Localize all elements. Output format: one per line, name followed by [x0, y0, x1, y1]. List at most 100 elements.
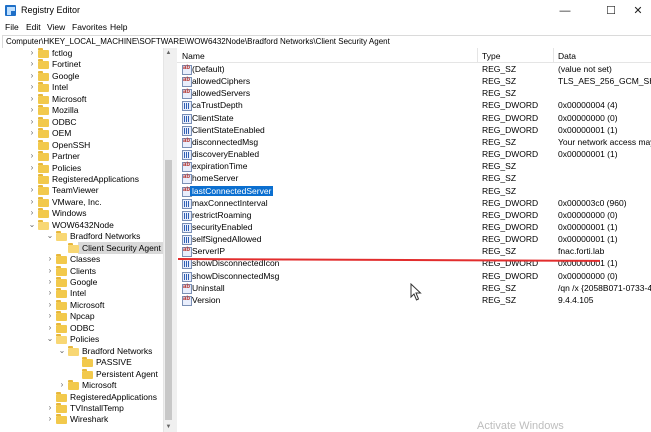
value-row[interactable]: caTrustDepth REG_DWORD 0x00000004 (4) [177, 100, 651, 112]
chevron-right-icon[interactable]: › [46, 300, 54, 310]
string-value-icon [182, 137, 192, 148]
chevron-right-icon[interactable]: › [28, 151, 36, 161]
chevron-right-icon[interactable]: › [46, 414, 54, 424]
address-bar[interactable]: Computer\HKEY_LOCAL_MACHINE\SOFTWARE\WOW… [2, 35, 651, 49]
value-row[interactable]: showDisconnectedMsg REG_DWORD 0x00000000 (… [177, 271, 651, 283]
tree-item[interactable]: › fctlog [0, 48, 163, 59]
chevron-right-icon[interactable]: › [46, 277, 54, 287]
chevron-right-icon[interactable]: › [28, 208, 36, 218]
chevron-right-icon[interactable]: › [28, 71, 36, 81]
chevron-right-icon[interactable]: › [28, 163, 36, 173]
dword-value-icon [182, 271, 192, 282]
tree-item[interactable]: › Google [0, 277, 163, 288]
tree-item-label: Microsoft [52, 93, 87, 104]
tree-item[interactable]: › Microsoft [0, 380, 163, 391]
value-row[interactable]: restrictRoaming REG_DWORD 0x00000000 (0) [177, 210, 651, 222]
tree-item[interactable]: RegisteredApplications [0, 173, 163, 185]
chevron-right-icon[interactable]: › [28, 59, 36, 69]
tree-item[interactable]: › Mozilla [0, 105, 163, 116]
tree-item[interactable]: › Intel [0, 288, 163, 299]
menu-edit[interactable]: Edit [26, 22, 41, 32]
tree-item[interactable]: OpenSSH [0, 139, 163, 151]
value-row[interactable]: lastConnectedServer REG_SZ [177, 185, 651, 198]
value-row[interactable]: allowedCiphers REG_SZ TLS_AES_256_GCM_SHA3… [177, 76, 651, 88]
activate-windows-watermark: Activate Windows [477, 420, 564, 432]
tree-item-label: ODBC [52, 116, 77, 127]
value-row[interactable]: maxConnectInterval REG_DWORD 0x000003c0 (9… [177, 198, 651, 210]
tree-item[interactable]: › Policies [0, 162, 163, 174]
tree-item[interactable]: ⌄ Policies [0, 334, 163, 345]
chevron-down-icon[interactable]: ⌄ [58, 346, 66, 356]
chevron-right-icon[interactable]: › [46, 323, 54, 333]
tree-item[interactable]: › Partner [0, 151, 163, 162]
chevron-right-icon[interactable]: › [46, 266, 54, 276]
value-row[interactable]: expirationTime REG_SZ [177, 161, 651, 173]
registry-editor-icon [5, 5, 16, 16]
chevron-right-icon[interactable]: › [28, 105, 36, 115]
close-button[interactable]: ✕ [621, 0, 651, 21]
tree-item[interactable]: › TVInstallTemp [0, 402, 163, 414]
tree-item[interactable]: › Google [0, 70, 163, 82]
chevron-right-icon[interactable]: › [46, 254, 54, 264]
tree-item[interactable]: › OEM [0, 128, 163, 139]
menu-favorites[interactable]: Favorites [72, 22, 107, 32]
column-header-data[interactable]: Data [553, 48, 651, 63]
tree-item[interactable]: › VMware, Inc. [0, 196, 163, 208]
chevron-right-icon[interactable]: › [28, 94, 36, 104]
tree-item[interactable]: › Npcap [0, 311, 163, 322]
column-header-name[interactable]: Name [177, 48, 478, 63]
chevron-right-icon[interactable]: › [58, 380, 66, 390]
value-data: TLS_AES_256_GCM_SHA384, [558, 76, 651, 87]
tree-item[interactable]: › TeamViewer [0, 185, 163, 196]
tree-item[interactable]: › ODBC [0, 322, 163, 334]
string-value-icon [182, 162, 192, 173]
value-row[interactable]: allowedServers REG_SZ [177, 88, 651, 100]
tree-item[interactable]: › Fortinet [0, 59, 163, 70]
tree-item[interactable]: ⌄ Bradford Networks [0, 231, 163, 242]
tree-item[interactable]: › ODBC [0, 116, 163, 128]
chevron-right-icon[interactable]: › [28, 185, 36, 195]
minimize-button[interactable]: — [548, 0, 582, 21]
scroll-down-icon[interactable]: ▼ [164, 422, 173, 432]
chevron-right-icon[interactable]: › [28, 48, 36, 58]
value-row[interactable]: ClientStateEnabled REG_DWORD 0x00000001 (1… [177, 125, 651, 137]
value-row[interactable]: selfSignedAllowed REG_DWORD 0x00000001 (1) [177, 234, 651, 246]
menu-file[interactable]: File [5, 22, 19, 32]
value-row[interactable]: homeServer REG_SZ [177, 173, 651, 185]
value-row[interactable]: ServerIP REG_SZ fnac.forti.lab [177, 246, 651, 258]
menu-view[interactable]: View [47, 22, 65, 32]
tree-item[interactable]: ⌄ WOW6432Node [0, 219, 163, 231]
tree-item[interactable]: PASSIVE [0, 357, 163, 368]
value-row[interactable]: securityEnabled REG_DWORD 0x00000001 (1) [177, 222, 651, 234]
chevron-right-icon[interactable]: › [28, 82, 36, 92]
tree-item[interactable]: › Microsoft [0, 299, 163, 311]
chevron-right-icon[interactable]: › [46, 403, 54, 413]
chevron-right-icon[interactable]: › [46, 288, 54, 298]
value-row[interactable]: (Default) REG_SZ (value not set) [177, 64, 651, 76]
tree-item[interactable]: › Wireshark [0, 414, 163, 425]
chevron-down-icon[interactable]: ⌄ [46, 334, 54, 344]
tree-item[interactable]: ⌄ Bradford Networks [0, 345, 163, 357]
chevron-right-icon[interactable]: › [28, 128, 36, 138]
tree-item[interactable]: Persistent Agent [0, 368, 163, 380]
tree-item[interactable]: › Microsoft [0, 93, 163, 105]
chevron-right-icon[interactable]: › [28, 197, 36, 207]
menu-help[interactable]: Help [110, 22, 127, 32]
chevron-down-icon[interactable]: ⌄ [46, 231, 54, 241]
scroll-thumb[interactable] [165, 160, 172, 420]
chevron-right-icon[interactable]: › [28, 117, 36, 127]
scroll-up-icon[interactable]: ▲ [164, 48, 173, 58]
tree-item[interactable]: › Windows [0, 208, 163, 219]
tree-item[interactable]: › Classes [0, 254, 163, 265]
tree-item[interactable]: RegisteredApplications [0, 391, 163, 403]
value-row[interactable]: disconnectedMsg REG_SZ Your network access… [177, 137, 651, 149]
value-row[interactable]: discoveryEnabled REG_DWORD 0x00000001 (1) [177, 149, 651, 161]
value-row[interactable]: ClientState REG_DWORD 0x00000000 (0) [177, 113, 651, 125]
tree-item[interactable]: › Clients [0, 265, 163, 277]
tree-item[interactable]: Client Security Agent [0, 241, 164, 254]
tree-item[interactable]: › Intel [0, 82, 163, 93]
chevron-down-icon[interactable]: ⌄ [28, 220, 36, 230]
tree-scrollbar[interactable]: ▲ ▼ [163, 48, 173, 432]
column-header-type[interactable]: Type [477, 48, 554, 63]
chevron-right-icon[interactable]: › [46, 311, 54, 321]
